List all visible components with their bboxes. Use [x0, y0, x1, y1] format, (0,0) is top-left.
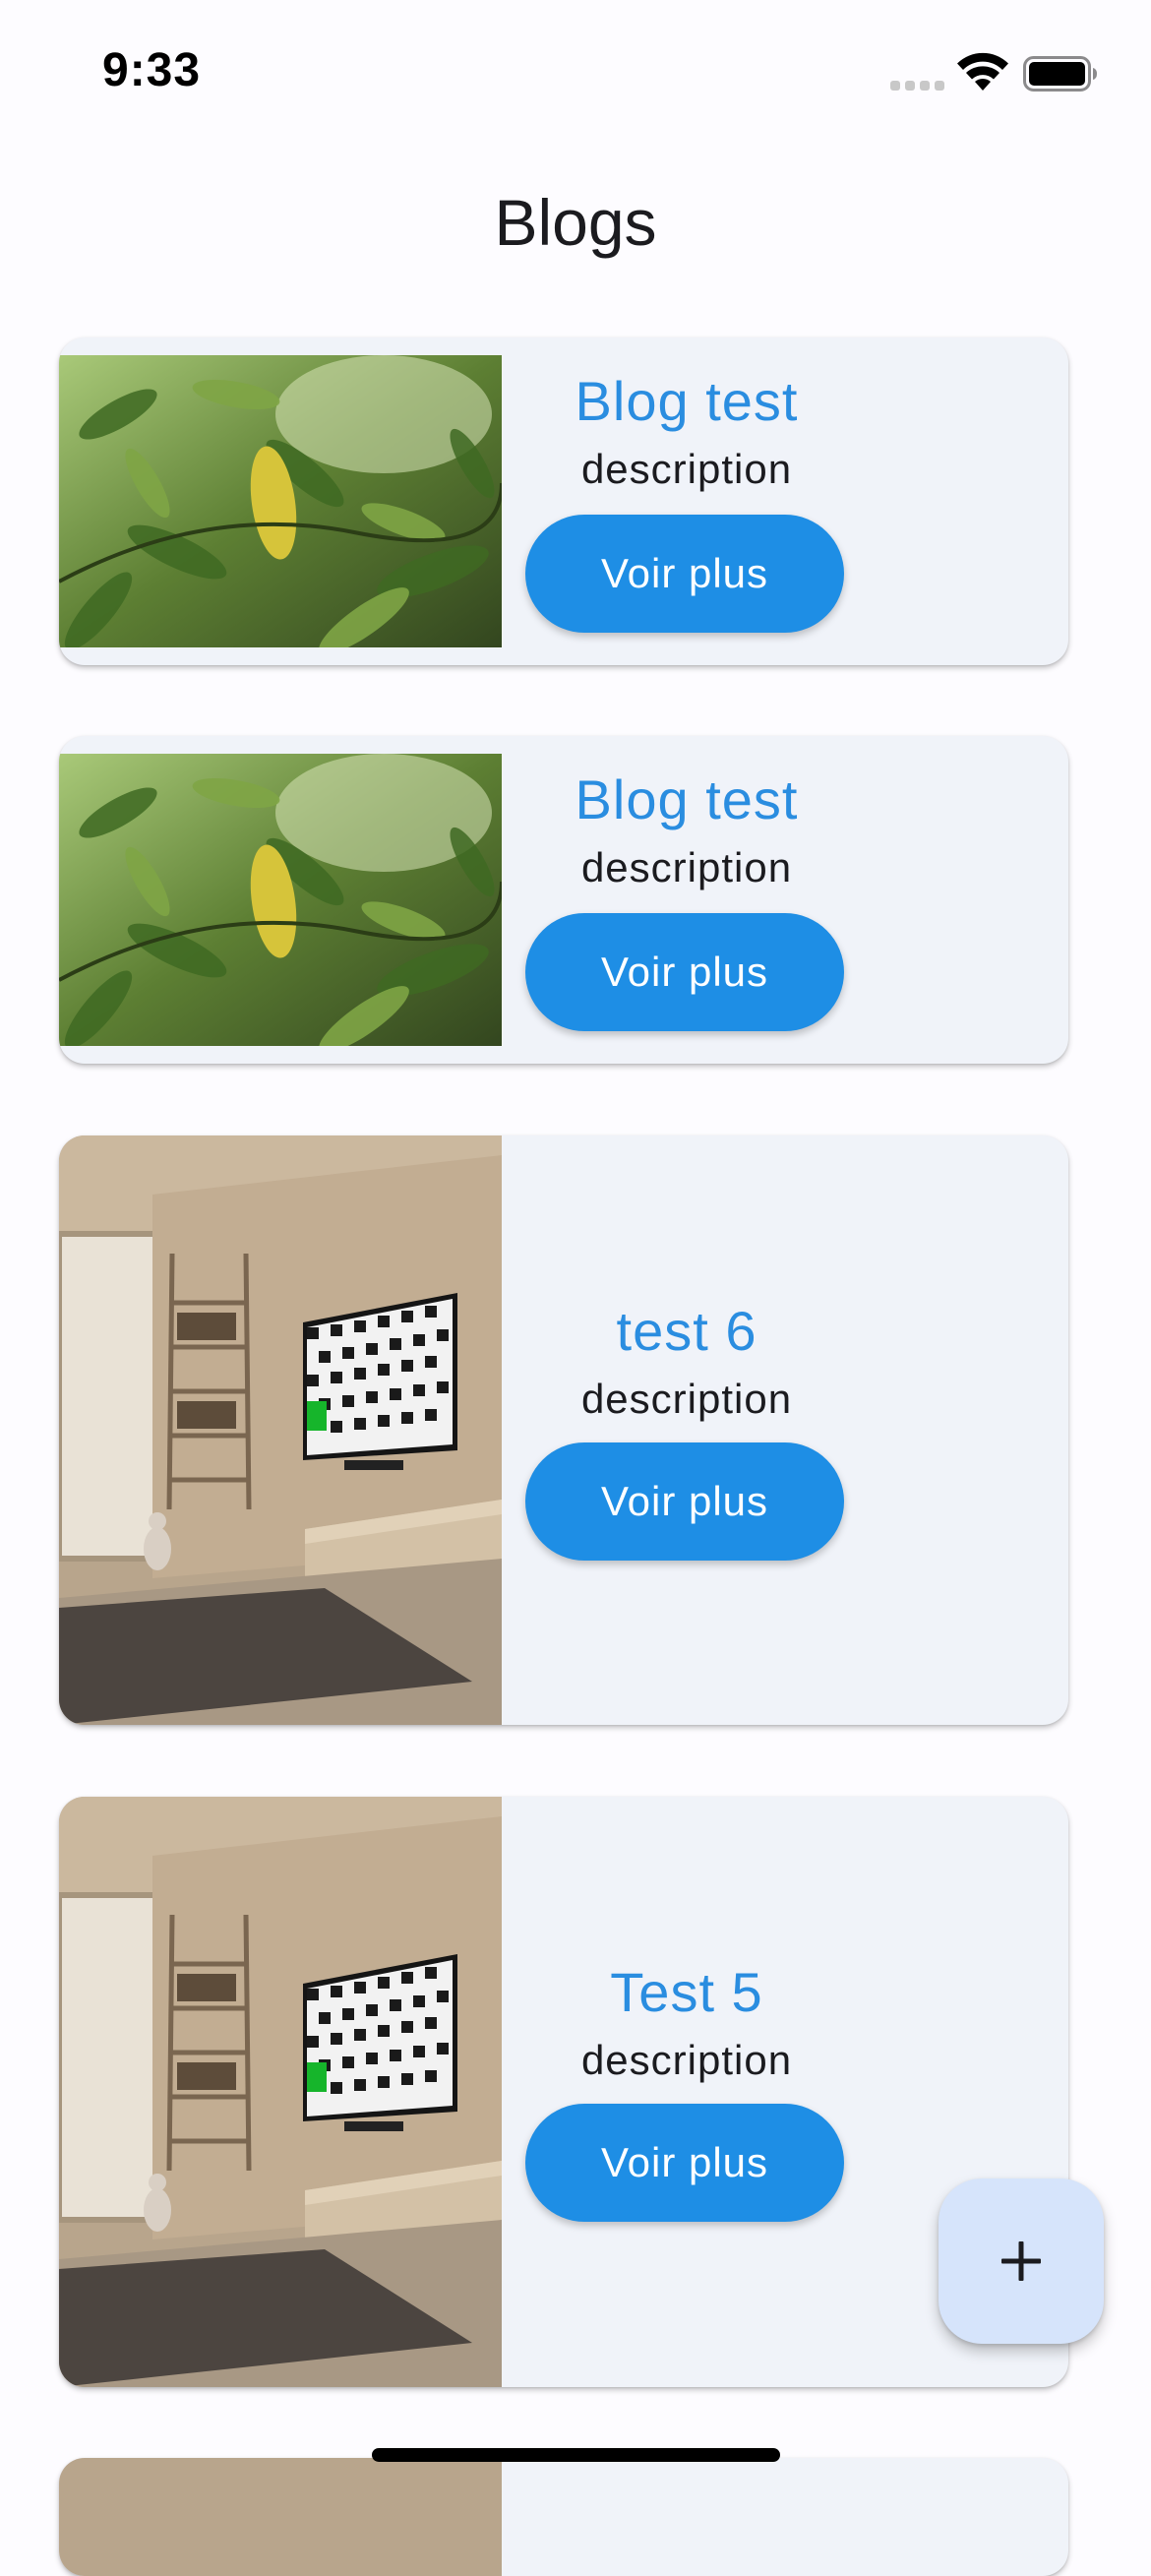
blog-description: description [580, 844, 793, 890]
room-photo [59, 1135, 502, 1725]
cellular-signal-icon [890, 81, 944, 91]
blog-description: description [580, 2037, 793, 2083]
wifi-icon [957, 52, 1008, 91]
blog-title: Test 5 [610, 1961, 763, 2023]
home-indicator[interactable] [372, 2448, 780, 2462]
blog-card-body: Blog test description Voir plus [502, 736, 1068, 1064]
blog-title: test 6 [616, 1300, 757, 1362]
blog-card-body: test 6 description Voir plus [502, 1135, 1068, 1725]
view-more-button[interactable]: Voir plus [525, 2104, 844, 2222]
blog-image [59, 1797, 502, 2387]
blog-title: Blog test [575, 768, 799, 830]
blog-description: description [580, 446, 793, 492]
blog-card[interactable]: Blog test description Voir plus [59, 736, 1068, 1064]
view-more-button[interactable]: Voir plus [525, 1442, 844, 1561]
blog-image [59, 1135, 502, 1725]
view-more-button[interactable]: Voir plus [525, 913, 844, 1031]
battery-icon [1023, 56, 1097, 92]
blog-card[interactable]: test 6 description Voir plus [59, 1135, 1068, 1725]
blog-image [59, 754, 502, 1046]
blog-card[interactable]: Blog test description Voir plus [59, 337, 1068, 665]
add-blog-button[interactable] [939, 2178, 1104, 2344]
leaves-photo [59, 355, 502, 647]
view-more-button[interactable]: Voir plus [525, 515, 844, 633]
status-bar: 9:33 [0, 0, 1151, 148]
blog-card[interactable] [59, 2458, 1068, 2576]
blog-card[interactable]: Test 5 description Voir plus [59, 1797, 1068, 2387]
page-title: Blogs [494, 186, 657, 259]
blog-title: Blog test [575, 370, 799, 432]
blog-description: description [580, 1376, 793, 1422]
blog-card-body: Blog test description Voir plus [502, 337, 1068, 665]
blog-image [59, 355, 502, 647]
plus-icon [1001, 2241, 1041, 2281]
blog-image [59, 2458, 502, 2576]
leaves-photo [59, 754, 502, 1046]
status-time: 9:33 [102, 44, 202, 96]
room-photo [59, 1797, 502, 2387]
